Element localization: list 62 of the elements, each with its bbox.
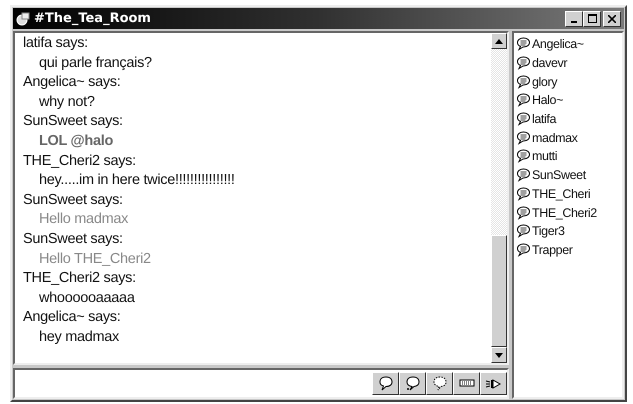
sender-line: SunSweet says:: [23, 230, 124, 249]
speech-bubble-icon: [516, 74, 531, 89]
down-arrow-icon: [495, 352, 503, 358]
scroll-down-button[interactable]: [491, 347, 507, 363]
user-name[interactable]: Halo~: [532, 93, 564, 108]
user-name[interactable]: THE_Cheri2: [532, 206, 597, 220]
user-name[interactable]: glory: [532, 74, 558, 89]
scrollbar[interactable]: [491, 33, 507, 363]
user-name[interactable]: mutti: [532, 149, 558, 164]
message-text: hey madmax: [38, 328, 120, 347]
user-name[interactable]: Angelica~: [532, 37, 584, 52]
scroll-up-button[interactable]: [491, 33, 507, 49]
user-name[interactable]: madmax: [532, 130, 578, 145]
message-text: LOL @halo: [38, 132, 114, 151]
sender-line: Angelica~ says:: [23, 308, 122, 328]
user-name[interactable]: Tiger3: [532, 224, 565, 238]
toolbar-button[interactable]: [399, 372, 426, 395]
user-name[interactable]: THE_Cheri: [532, 186, 590, 201]
speech-bubble-icon: [376, 375, 394, 392]
sender-line: Angelica~ says:: [23, 73, 122, 92]
minimize-button[interactable]: [565, 10, 583, 26]
speech-bubble-icon: [516, 186, 531, 201]
speech-bubble-icon: [516, 130, 531, 145]
sender-line: THE_Cheri2 says:: [23, 152, 137, 171]
sender-line: latifa says:: [23, 34, 89, 53]
toolbar-button[interactable]: [426, 372, 453, 395]
user-name[interactable]: SunSweet: [532, 168, 586, 182]
speech-bubble-icon: [516, 56, 531, 70]
speech-bubble-icon: [516, 149, 531, 164]
speech-bubble-icon: [516, 168, 531, 182]
toolbar-button[interactable]: [372, 372, 399, 395]
speech-bubble-icon: [516, 37, 531, 52]
maximize-button[interactable]: [583, 10, 601, 26]
toolbar-button[interactable]: [453, 372, 480, 395]
minimize-icon: [571, 21, 577, 23]
app-icon: [16, 12, 30, 26]
speech-bubble-icon: [516, 112, 531, 126]
window-title: #The_Tea_Room: [34, 11, 151, 26]
toolbar-button[interactable]: [480, 372, 507, 395]
speech-bubble-icon: [516, 242, 531, 257]
maximize-icon: [588, 14, 596, 23]
whisper-bubble-icon: [430, 375, 448, 392]
user-name[interactable]: latifa: [532, 112, 556, 126]
message-text: Hello THE_Cheri2: [38, 250, 152, 269]
thought-bubble-icon: [404, 375, 422, 392]
sender-line: SunSweet says:: [23, 112, 124, 132]
speech-bubble-icon: [516, 224, 531, 238]
speech-bubble-icon: [516, 206, 531, 220]
user-name[interactable]: davevr: [532, 56, 568, 70]
sender-line: THE_Cheri2 says:: [23, 269, 137, 288]
up-arrow-icon: [495, 38, 503, 44]
message-text: why not?: [38, 92, 96, 112]
message-text: Hello madmax: [38, 210, 130, 230]
message-text: hey.....im in here twice!!!!!!!!!!!!!!!!: [38, 171, 236, 190]
message-text: qui parle français?: [38, 54, 153, 73]
speech-bubble-icon: [516, 93, 531, 108]
scroll-thumb[interactable]: [491, 235, 507, 347]
close-button[interactable]: [603, 10, 621, 26]
close-icon: [608, 14, 616, 22]
sender-line: SunSweet says:: [23, 190, 124, 210]
user-name[interactable]: Trapper: [532, 242, 573, 257]
message-text: whoooooaaaaa: [38, 288, 136, 308]
